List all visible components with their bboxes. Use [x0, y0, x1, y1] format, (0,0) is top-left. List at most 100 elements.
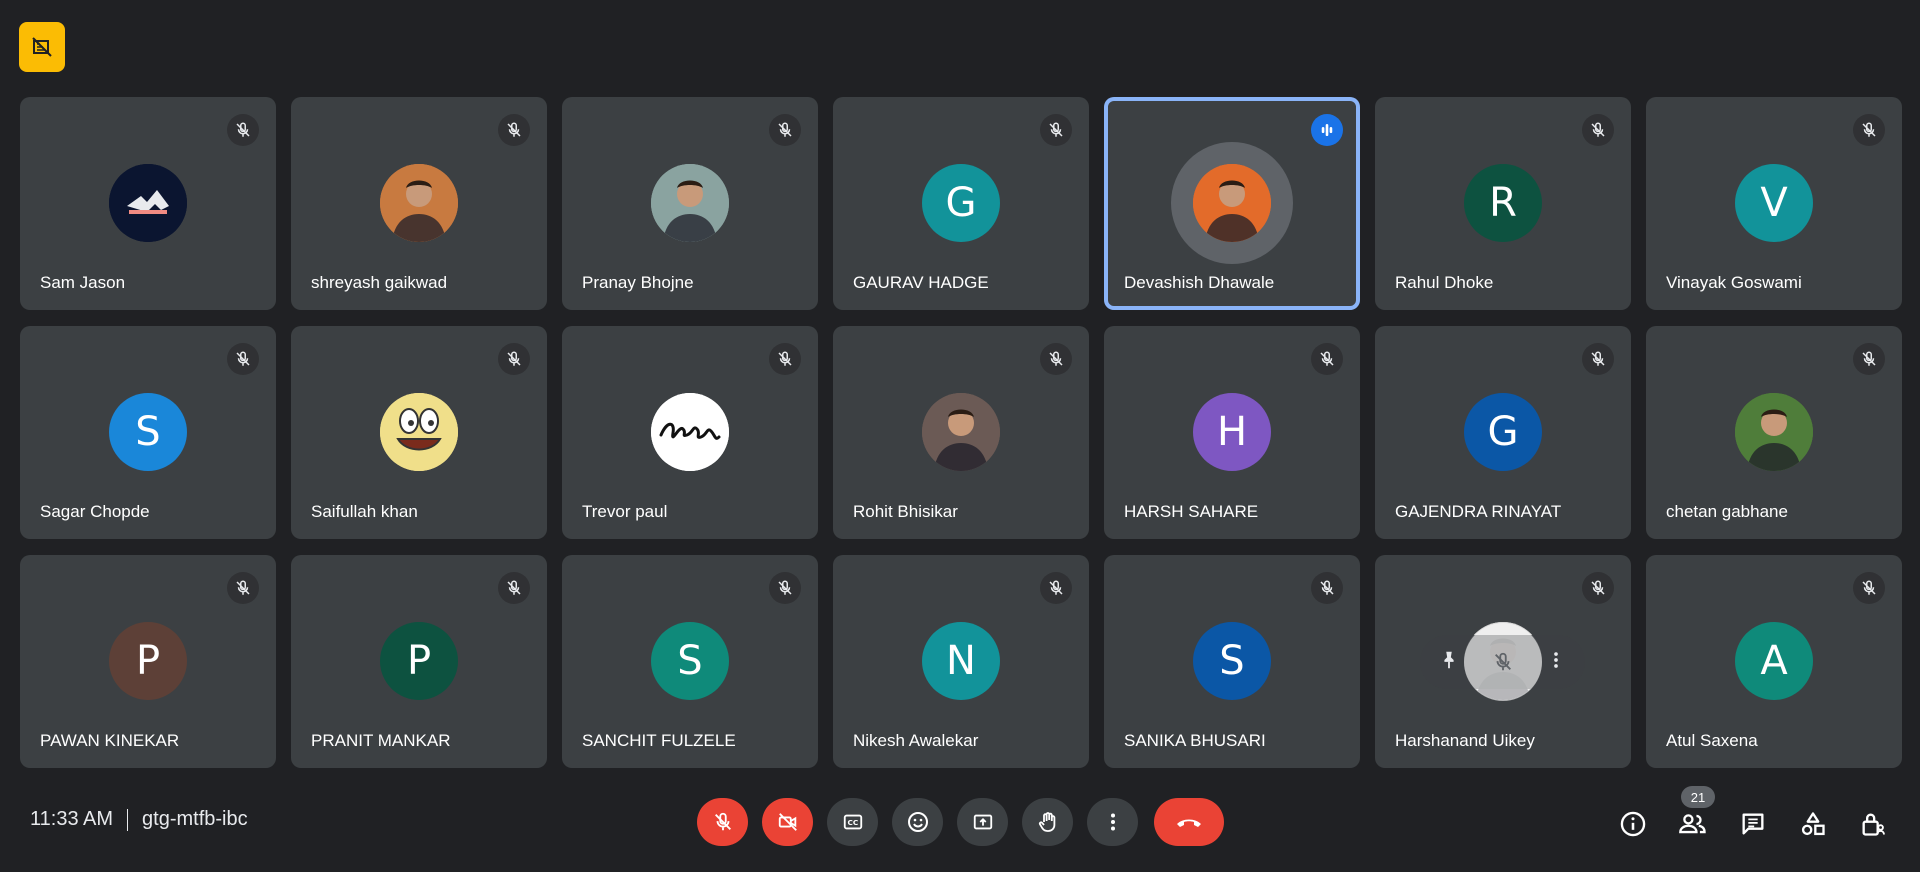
mute-participant-button[interactable] [1463, 623, 1542, 701]
captions-button[interactable]: CC [827, 798, 878, 846]
muted-indicator [1582, 343, 1614, 375]
side-panel-toggles: 21 [1615, 786, 1891, 842]
svg-text:CC: CC [847, 818, 858, 827]
avatar-initial: G [945, 180, 977, 226]
mic-off-icon [778, 351, 792, 366]
participant-name: Sagar Chopde [40, 502, 150, 521]
muted-indicator [1582, 572, 1614, 604]
mic-off-icon [507, 351, 521, 366]
avatar [380, 164, 458, 242]
muted-indicator [1040, 343, 1072, 375]
participant-tile[interactable]: Pranay Bhojne [562, 97, 818, 310]
participant-tile[interactable]: A Atul Saxena [1646, 555, 1902, 768]
participant-tile[interactable]: Saifullah khan [291, 326, 547, 539]
participant-tile[interactable]: P PRANIT MANKAR [291, 555, 547, 768]
participant-tile[interactable]: Sam Jason [20, 97, 276, 310]
participant-tile[interactable]: chetan gabhane [1646, 326, 1902, 539]
chat-button[interactable] [1735, 806, 1771, 842]
avatar: V [1735, 164, 1813, 242]
presentation-off-badge[interactable] [19, 22, 65, 72]
participant-tile[interactable]: G GAJENDRA RINAYAT [1375, 326, 1631, 539]
participant-tile[interactable]: Trevor paul [562, 326, 818, 539]
avatar: H [1193, 393, 1271, 471]
participant-tile[interactable]: H HARSH SAHARE [1104, 326, 1360, 539]
participant-name: SANIKA BHUSARI [1124, 731, 1266, 750]
avatar: P [109, 622, 187, 700]
participant-name: Rahul Dhoke [1395, 273, 1494, 292]
participant-tile[interactable]: Rohit Bhisikar [833, 326, 1089, 539]
participant-tile[interactable]: Harshanand Uikey [1375, 555, 1631, 768]
avatar: G [1464, 393, 1542, 471]
mic-off-icon [1862, 351, 1876, 366]
muted-indicator [227, 572, 259, 604]
participant-count-badge: 21 [1681, 786, 1715, 808]
participant-tile[interactable]: S Sagar Chopde [20, 326, 276, 539]
participant-name: PAWAN KINEKAR [40, 731, 180, 750]
tile-more-button[interactable] [1545, 649, 1567, 676]
muted-indicator [1040, 114, 1072, 146]
avatar: S [109, 393, 187, 471]
shapes-icon [1801, 812, 1825, 836]
avatar [1193, 164, 1271, 242]
person-photo-art [1735, 393, 1813, 471]
pin-icon [1444, 651, 1454, 668]
mic-off-icon [236, 351, 250, 366]
avatar-initial: P [135, 638, 161, 684]
avatar-initial: N [946, 638, 976, 684]
leave-call-button[interactable] [1154, 798, 1224, 846]
avatar [651, 393, 729, 471]
participant-name: Saifullah khan [311, 502, 418, 521]
avatar [922, 393, 1000, 471]
participant-tile[interactable]: S SANIKA BHUSARI [1104, 555, 1360, 768]
muted-indicator [1853, 114, 1885, 146]
muted-indicator [227, 343, 259, 375]
avatar: G [922, 164, 1000, 242]
avatar: S [651, 622, 729, 700]
toggle-camera-button[interactable] [762, 798, 813, 846]
participant-name: Trevor paul [582, 502, 668, 521]
participant-tile[interactable]: V Vinayak Goswami [1646, 97, 1902, 310]
muted-indicator [1311, 572, 1343, 604]
participant-tile[interactable]: Devashish Dhawale [1104, 97, 1360, 310]
person-photo-art [651, 164, 729, 242]
participant-name: Pranay Bhojne [582, 273, 694, 292]
participant-name: shreyash gaikwad [311, 273, 448, 292]
speaking-indicator [1311, 114, 1343, 146]
participant-tile[interactable]: N Nikesh Awalekar [833, 555, 1089, 768]
muted-indicator [1311, 343, 1343, 375]
mic-off-icon [1320, 580, 1334, 595]
participant-tile[interactable]: P PAWAN KINEKAR [20, 555, 276, 768]
participant-name: PRANIT MANKAR [311, 731, 451, 750]
smiley-face-art [380, 393, 458, 471]
mic-off-icon [1049, 580, 1063, 595]
captions-icon: CC [843, 814, 862, 830]
chat-icon [1742, 813, 1764, 835]
muted-indicator [769, 114, 801, 146]
present-screen-icon [973, 814, 992, 830]
avatar [1735, 393, 1813, 471]
people-button[interactable]: 21 [1675, 786, 1715, 842]
pin-button[interactable] [1438, 649, 1460, 676]
participant-tile[interactable]: shreyash gaikwad [291, 97, 547, 310]
mic-off-icon [1862, 122, 1876, 137]
participant-tile[interactable]: G GAURAV HADGE [833, 97, 1089, 310]
audio-level-icon [1321, 124, 1333, 136]
toggle-mic-button[interactable] [697, 798, 748, 846]
activities-button[interactable] [1795, 806, 1831, 842]
avatar-initial: V [1760, 180, 1788, 226]
reactions-button[interactable] [892, 798, 943, 846]
raise-hand-button[interactable] [1022, 798, 1073, 846]
muted-indicator [1040, 572, 1072, 604]
more-options-button[interactable] [1087, 798, 1138, 846]
divider [127, 808, 129, 831]
host-controls-button[interactable] [1855, 806, 1891, 842]
avatar [380, 393, 458, 471]
participant-tile[interactable]: S SANCHIT FULZELE [562, 555, 818, 768]
muted-indicator [498, 114, 530, 146]
present-screen-button[interactable] [957, 798, 1008, 846]
more-vert-icon [1554, 651, 1558, 668]
participant-tile[interactable]: R Rahul Dhoke [1375, 97, 1631, 310]
avatar-initial: G [1487, 409, 1519, 455]
meeting-details-button[interactable] [1615, 806, 1651, 842]
participant-name: GAURAV HADGE [853, 273, 989, 292]
